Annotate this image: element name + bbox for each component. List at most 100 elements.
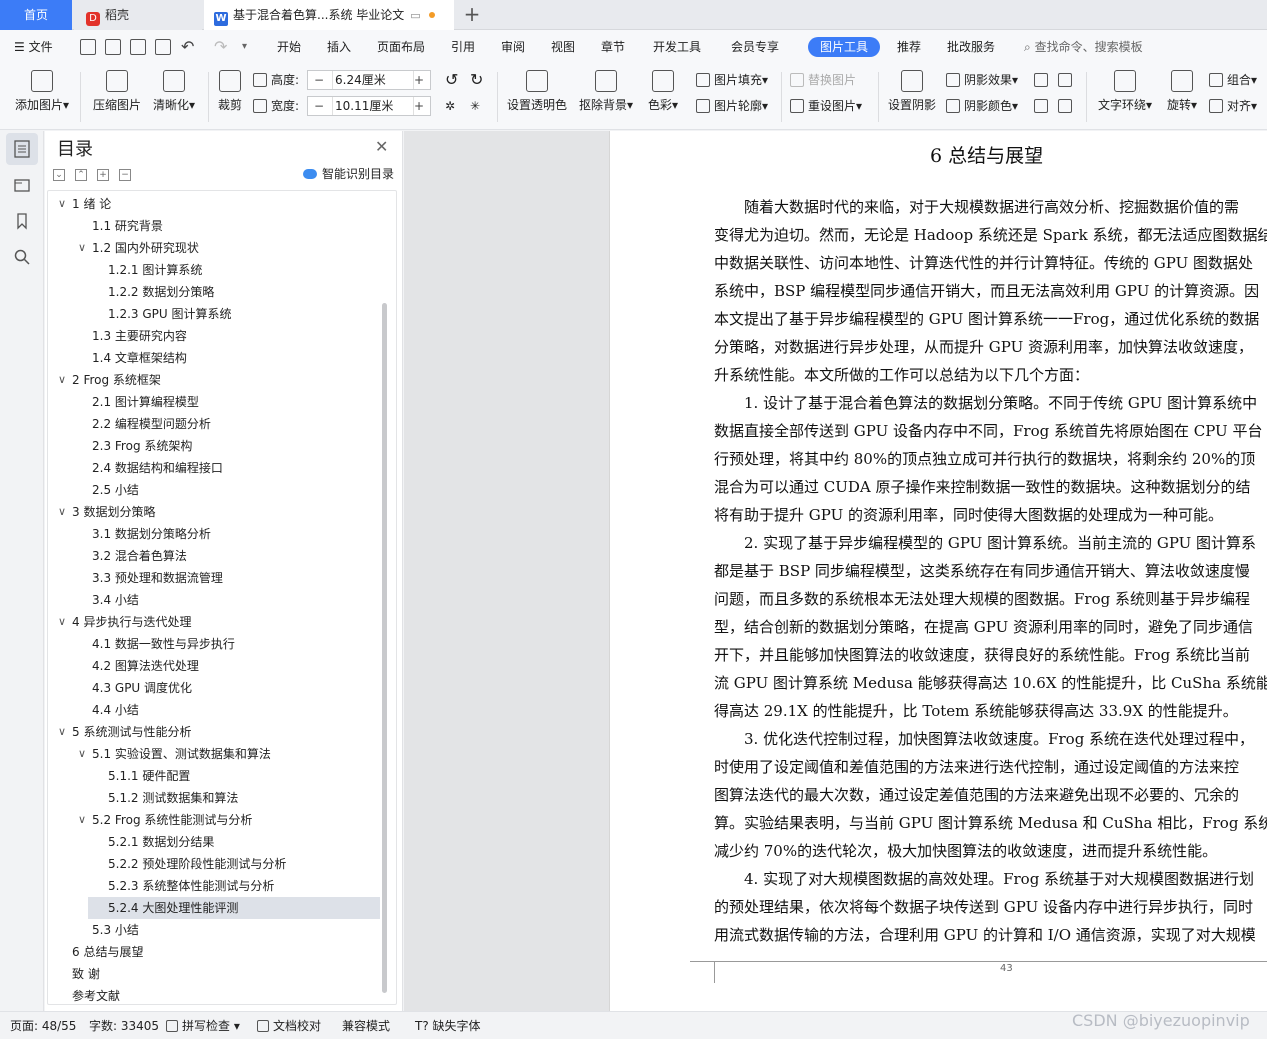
menu-correction[interactable]: 批改服务 <box>947 30 995 64</box>
missing-font-button[interactable]: T? 缺失字体 <box>415 1012 481 1039</box>
body-text-line[interactable]: 4. 实现了对大规模图数据的高效处理。Frog 系统基于对大规模图数据进行划 <box>744 865 1254 893</box>
remove-background-button[interactable]: 抠除背景▾ <box>577 68 635 113</box>
toc-item[interactable]: 参考文献 <box>48 985 381 1007</box>
toc-item[interactable]: 3.3 预处理和数据流管理 <box>48 567 381 589</box>
toc-item[interactable]: 4.2 图算法迭代处理 <box>48 655 381 677</box>
replace-picture-button[interactable]: 替换图片 <box>790 70 856 90</box>
width-value[interactable]: 10.11厘米 <box>332 97 414 115</box>
chevron-down-icon[interactable]: ∨ <box>76 743 88 765</box>
toc-item[interactable]: ∨ 2 Frog 系统框架 <box>48 369 381 391</box>
body-text-line[interactable]: 型，结合创新的数据划分策略，在提高 GPU 资源利用率的同时，避免了同步通信 <box>714 613 1253 641</box>
toc-item[interactable]: ∨ 5.1 实验设置、测试数据集和算法 <box>48 743 381 765</box>
redo-icon[interactable]: ↷ <box>214 30 227 64</box>
toc-item[interactable]: 4.4 小结 <box>48 699 381 721</box>
color-button[interactable]: 色彩▾ <box>645 68 681 113</box>
chevron-down-icon[interactable]: ∨ <box>56 501 68 523</box>
shadow-color-button[interactable]: 阴影颜色▾ <box>946 96 1018 116</box>
chapter-nav-icon[interactable] <box>12 175 32 195</box>
menu-recommend[interactable]: 推荐 <box>897 30 921 64</box>
chevron-down-icon[interactable]: ∨ <box>56 369 68 391</box>
crop-button[interactable]: 裁剪 <box>216 68 244 113</box>
toc-item[interactable]: 1.2.3 GPU 图计算系统 <box>48 303 381 325</box>
body-text-line[interactable]: 图算法迭代的最大次数，通过设定差值范围的方法来避免出现不必要的、冗余的 <box>714 781 1239 809</box>
spell-check-button[interactable]: 拼写检查 ▾ <box>166 1012 240 1039</box>
toc-item[interactable]: 5.2.3 系统整体性能测试与分析 <box>48 875 381 897</box>
toc-item[interactable]: 2.3 Frog 系统架构 <box>48 435 381 457</box>
body-text-line[interactable]: 3. 优化迭代控制过程，加快图算法收敛速度。Frog 系统在迭代处理过程中， <box>744 725 1254 753</box>
chevron-down-icon[interactable]: ∨ <box>56 193 68 215</box>
picture-outline-button[interactable]: 图片轮廓▾ <box>696 96 768 116</box>
menu-view[interactable]: 视图 <box>551 30 575 64</box>
body-text-line[interactable]: 系统中，BSP 编程模型同步通信开销大，而且无法高效利用 GPU 的计算资源。因 <box>714 277 1259 305</box>
toc-item[interactable]: ∨ 1.2 国内外研究现状 <box>48 237 381 259</box>
file-menu[interactable]: ☰ 文件 <box>14 30 53 64</box>
tab-home[interactable]: 首页 <box>0 0 72 30</box>
height-increase-button[interactable]: + <box>408 71 430 89</box>
menu-references[interactable]: 引用 <box>451 30 475 64</box>
bookmark-icon[interactable] <box>12 211 32 231</box>
align-button[interactable]: 对齐▾ <box>1209 96 1257 116</box>
contrast-icon[interactable]: ✳ <box>470 96 480 116</box>
close-icon[interactable]: ✕ <box>375 137 388 156</box>
height-stepper[interactable]: − 6.24厘米 + <box>307 70 431 90</box>
menu-insert[interactable]: 插入 <box>327 30 351 64</box>
body-text-line[interactable]: 数据直接全部传送到 GPU 设备内存中不同，Frog 系统首先将原始图在 CPU… <box>714 417 1262 445</box>
body-text-line[interactable]: 问题，而且多数的系统根本无法处理大规模的图数据。Frog 系统则基于异步编程 <box>714 585 1250 613</box>
toc-item[interactable]: 2.4 数据结构和编程接口 <box>48 457 381 479</box>
rotate-right-icon[interactable]: ↻ <box>470 70 483 90</box>
quick-access-dropdown-icon[interactable]: ▾ <box>242 30 247 64</box>
shadow-down-icon[interactable] <box>1058 70 1076 90</box>
command-search[interactable]: ⌕ 查找命令、搜索模板 <box>1024 30 1143 64</box>
add-heading-icon[interactable]: + <box>97 169 109 181</box>
toc-item[interactable]: 5.2.1 数据划分结果 <box>48 831 381 853</box>
set-transparent-button[interactable]: 设置透明色 <box>506 68 568 113</box>
body-text-line[interactable]: 随着大数据时代的来临，对于大规模数据进行高效分析、挖掘数据价值的需 <box>744 193 1239 221</box>
menu-member[interactable]: 会员专享 <box>731 30 779 64</box>
height-value[interactable]: 6.24厘米 <box>332 71 414 89</box>
group-button[interactable]: 组合▾ <box>1209 70 1257 90</box>
menu-start[interactable]: 开始 <box>277 30 301 64</box>
toc-item[interactable]: ∨ 5 系统测试与性能分析 <box>48 721 381 743</box>
toc-item[interactable]: 4.3 GPU 调度优化 <box>48 677 381 699</box>
word-count[interactable]: 字数: 33405 <box>89 1012 159 1039</box>
ai-toc-button[interactable]: 智能识别目录 <box>303 165 394 182</box>
toc-item[interactable]: 1.3 主要研究内容 <box>48 325 381 347</box>
toc-item[interactable]: 5.1.1 硬件配置 <box>48 765 381 787</box>
toc-item[interactable]: 3.1 数据划分策略分析 <box>48 523 381 545</box>
toc-item[interactable]: 2.1 图计算编程模型 <box>48 391 381 413</box>
width-stepper[interactable]: − 10.11厘米 + <box>307 96 431 116</box>
toc-item[interactable]: 4.1 数据一致性与异步执行 <box>48 633 381 655</box>
find-icon[interactable] <box>12 247 32 267</box>
body-text-line[interactable]: 的预处理结果，依次将每个数据子块传送到 GPU 设备内存中进行异步执行，同时 <box>714 893 1253 921</box>
body-text-line[interactable]: 算。实验结果表明，与当前 GPU 图计算系统 Medusa 和 CuSha 相比… <box>714 809 1267 837</box>
width-decrease-button[interactable]: − <box>308 97 330 115</box>
print-preview-icon[interactable] <box>155 39 171 55</box>
toc-item[interactable]: 3.2 混合着色算法 <box>48 545 381 567</box>
toc-item[interactable]: 1.1 研究背景 <box>48 215 381 237</box>
toc-item[interactable]: ∨ 5.2 Frog 系统性能测试与分析 <box>48 809 381 831</box>
chevron-down-icon[interactable]: ∨ <box>56 611 68 633</box>
toc-item[interactable]: 1.2.1 图计算系统 <box>48 259 381 281</box>
menu-review[interactable]: 审阅 <box>501 30 525 64</box>
export-pdf-icon[interactable] <box>105 39 121 55</box>
body-text-line[interactable]: 2. 实现了基于异步编程模型的 GPU 图计算系统。当前主流的 GPU 图计算系 <box>744 529 1256 557</box>
body-text-line[interactable]: 升系统性能。本文所做的工作可以总结为以下几个方面： <box>714 361 1089 389</box>
body-text-line[interactable]: 混合为可以通过 CUDA 原子操作来控制数据一致性的数据块。这种数据划分的结 <box>714 473 1251 501</box>
toc-item[interactable]: ∨ 3 数据划分策略 <box>48 501 381 523</box>
body-text-line[interactable]: 分策略，对数据进行异步处理，从而提升 GPU 资源利用率，加快算法收敛速度， <box>714 333 1253 361</box>
height-decrease-button[interactable]: − <box>308 71 330 89</box>
toc-item[interactable]: 5.2.4 大图处理性能评测 <box>88 897 380 919</box>
body-text-line[interactable]: 将有助于提升 GPU 的资源利用率，同时使得大图数据的处理成为一种可能。 <box>714 501 1223 529</box>
body-text-line[interactable]: 流 GPU 图计算系统 Medusa 能够获得高达 10.6X 的性能提升，比 … <box>714 669 1267 697</box>
menu-developer[interactable]: 开发工具 <box>653 30 701 64</box>
tab-docer[interactable]: D 稻壳 <box>74 0 202 30</box>
set-shadow-button[interactable]: 设置阴影 <box>887 68 937 113</box>
toc-item[interactable]: 1.4 文章框架结构 <box>48 347 381 369</box>
add-picture-button[interactable]: 添加图片▾ <box>12 68 72 113</box>
toc-panel-icon[interactable] <box>6 133 38 165</box>
undo-icon[interactable]: ↶ <box>181 30 194 64</box>
toc-item[interactable]: 1.2.2 数据划分策略 <box>48 281 381 303</box>
rotate-left-icon[interactable]: ↺ <box>445 70 458 90</box>
sharpen-button[interactable]: 清晰化▾ <box>150 68 198 113</box>
shadow-up-icon[interactable] <box>1034 70 1052 90</box>
